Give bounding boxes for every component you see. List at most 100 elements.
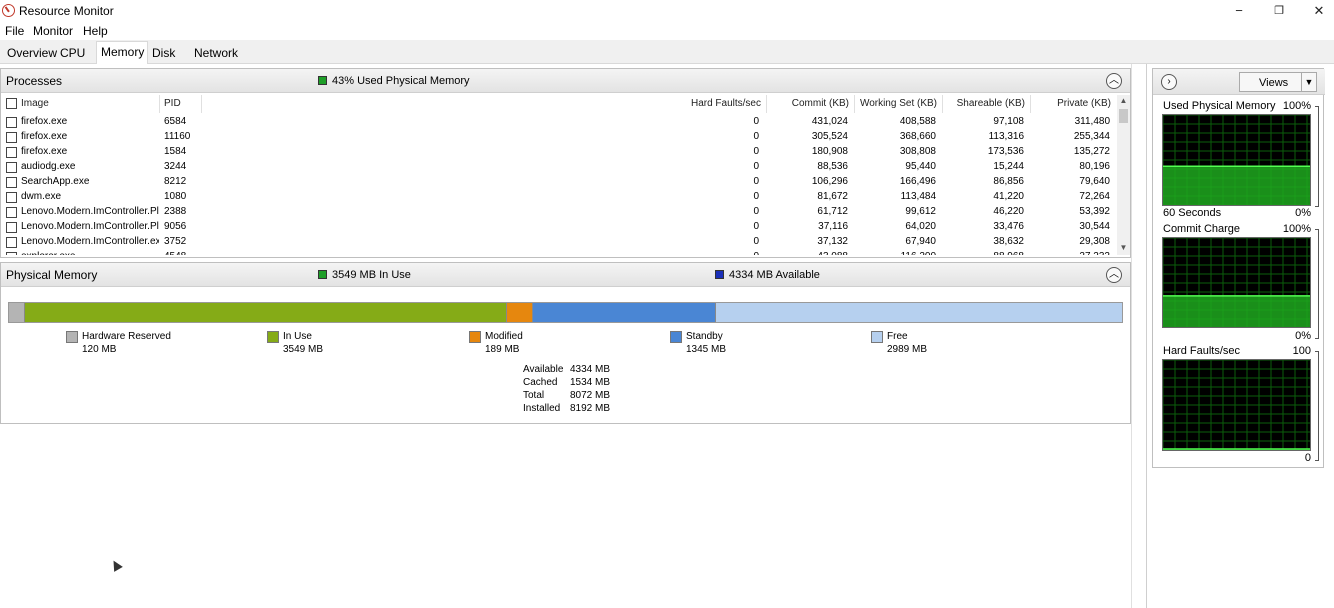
cell-image: firefox.exe [21, 131, 68, 142]
views-button[interactable]: Views ▼ [1239, 72, 1317, 92]
cell-image: firefox.exe [21, 116, 68, 127]
table-row[interactable]: explorer.exe 4548 0 43,088 116,200 88,968 27,2… [1, 250, 1116, 255]
legend-label: Free [887, 331, 908, 342]
table-row[interactable]: dwm.exe 1080 0 81,672 113,484 41,220 72,264 [1, 190, 1116, 205]
cell-commit: 106,296 [811, 176, 848, 187]
menu-help[interactable]: Help [83, 24, 108, 38]
table-row[interactable]: firefox.exe 6584 0 431,024 408,588 97,108 311,… [1, 115, 1116, 130]
scroll-up-arrow[interactable]: ▲ [1119, 96, 1128, 106]
cell-ws: 308,808 [899, 146, 936, 157]
cell-commit: 81,672 [817, 191, 848, 202]
collapse-physical-memory-button[interactable]: ︿ [1106, 267, 1122, 283]
table-row[interactable]: firefox.exe 1584 0 180,908 308,808 173,536 135… [1, 145, 1116, 160]
commit-charge-graph [1162, 237, 1311, 328]
col-shareable[interactable]: Shareable (KB) [945, 98, 1025, 109]
col-divider[interactable] [201, 95, 202, 113]
tab-network[interactable]: Network [190, 44, 242, 64]
row-checkbox[interactable] [6, 252, 17, 255]
table-row[interactable]: firefox.exe 11160 0 305,524 368,660 113,316 25… [1, 130, 1116, 145]
cell-commit: 88,536 [817, 161, 848, 172]
row-checkbox[interactable] [6, 162, 17, 173]
chevron-down-icon[interactable]: ▼ [1301, 73, 1316, 91]
row-checkbox[interactable] [6, 177, 17, 188]
cell-ws: 64,020 [905, 221, 936, 232]
tab-bar: Overview CPU Memory Disk Network [0, 40, 1334, 64]
col-commit[interactable]: Commit (KB) [771, 98, 849, 109]
row-checkbox[interactable] [6, 237, 17, 248]
hard-faults-max: 100 [1292, 345, 1311, 357]
cell-share: 86,856 [993, 176, 1024, 187]
col-divider[interactable] [854, 95, 855, 113]
views-label: Views [1259, 77, 1289, 89]
cell-commit: 37,132 [817, 236, 848, 247]
physical-memory-title: Physical Memory [6, 268, 98, 282]
col-pid[interactable]: PID [164, 98, 181, 109]
graph-fill [1163, 295, 1310, 327]
processes-header[interactable]: Processes 43% Used Physical Memory ︿ [1, 69, 1130, 93]
row-checkbox[interactable] [6, 117, 17, 128]
graph-fill [1163, 166, 1310, 205]
cell-hf: 0 [753, 116, 759, 127]
cell-hf: 0 [753, 206, 759, 217]
select-all-checkbox[interactable] [6, 98, 17, 109]
cell-commit: 61,712 [817, 206, 848, 217]
row-checkbox[interactable] [6, 207, 17, 218]
graph-bracket [1315, 106, 1319, 207]
row-checkbox[interactable] [6, 192, 17, 203]
cell-priv: 79,640 [1079, 176, 1110, 187]
memory-segment [507, 303, 534, 322]
col-hard-faults[interactable]: Hard Faults/sec [661, 98, 761, 109]
close-button[interactable]: ✕ [1299, 0, 1334, 22]
tab-disk[interactable]: Disk [148, 44, 179, 64]
minimize-button[interactable]: − [1219, 0, 1259, 22]
cell-share: 46,220 [993, 206, 1024, 217]
cell-priv: 30,544 [1079, 221, 1110, 232]
table-row[interactable]: Lenovo.Modern.ImController.Pl... 9056 0 37,… [1, 220, 1116, 235]
col-private[interactable]: Private (KB) [1033, 98, 1111, 109]
table-row[interactable]: audiodg.exe 3244 0 88,536 95,440 15,244 80,196 [1, 160, 1116, 175]
tab-overview[interactable]: Overview [3, 44, 61, 64]
col-image[interactable]: Image [21, 98, 49, 109]
processes-scrollbar[interactable]: ▲ ▼ [1117, 95, 1130, 255]
legend-swatch [66, 331, 78, 343]
graphs-box: › Views ▼ Used Physical Memory 100% 60 S… [1152, 68, 1325, 468]
legend-value: 2989 MB [887, 344, 928, 355]
row-checkbox[interactable] [6, 222, 17, 233]
row-checkbox[interactable] [6, 147, 17, 158]
tab-cpu[interactable]: CPU [56, 44, 89, 64]
menu-file[interactable]: File [5, 24, 24, 38]
physical-memory-panel: Physical Memory 3549 MB In Use 4334 MB A… [0, 262, 1131, 424]
cell-commit: 43,088 [771, 251, 848, 255]
used-physical-min: 0% [1295, 207, 1311, 219]
col-divider[interactable] [942, 95, 943, 113]
cell-ws: 113,484 [900, 191, 936, 202]
memory-segment [25, 303, 508, 322]
cell-ws: 95,440 [905, 161, 936, 172]
physical-memory-header[interactable]: Physical Memory 3549 MB In Use 4334 MB A… [1, 263, 1130, 287]
cell-ws: 166,496 [899, 176, 936, 187]
cell-pid: 8212 [164, 176, 187, 187]
tab-memory[interactable]: Memory [96, 41, 148, 64]
expand-graphs-button[interactable]: › [1161, 74, 1177, 90]
table-row[interactable]: Lenovo.Modern.ImController.Pl... 2388 0 61,… [1, 205, 1116, 220]
pane-splitter[interactable] [1131, 64, 1147, 608]
col-divider[interactable] [159, 95, 160, 113]
col-divider[interactable] [1030, 95, 1031, 113]
cell-ws: 67,940 [905, 236, 936, 247]
legend-swatch [469, 331, 481, 343]
cell-priv: 27,232 [1033, 251, 1110, 255]
col-working-set[interactable]: Working Set (KB) [857, 98, 937, 109]
row-checkbox[interactable] [6, 132, 17, 143]
col-divider[interactable] [766, 95, 767, 113]
table-row[interactable]: SearchApp.exe 8212 0 106,296 166,496 86,856 79… [1, 175, 1116, 190]
processes-table-body: firefox.exe 6584 0 431,024 408,588 97,108 311,… [1, 115, 1116, 255]
menu-monitor[interactable]: Monitor [33, 24, 73, 38]
collapse-processes-button[interactable]: ︿ [1106, 73, 1122, 89]
table-row[interactable]: Lenovo.Modern.ImController.exe 3752 0 37,13… [1, 235, 1116, 250]
legend-value: 120 MB [82, 344, 117, 355]
scroll-down-arrow[interactable]: ▼ [1119, 243, 1128, 253]
cell-pid: 4548 [164, 251, 204, 255]
maximize-button[interactable]: ❐ [1259, 0, 1299, 22]
scrollbar-thumb[interactable] [1119, 109, 1128, 123]
cell-hf: 0 [753, 236, 759, 247]
